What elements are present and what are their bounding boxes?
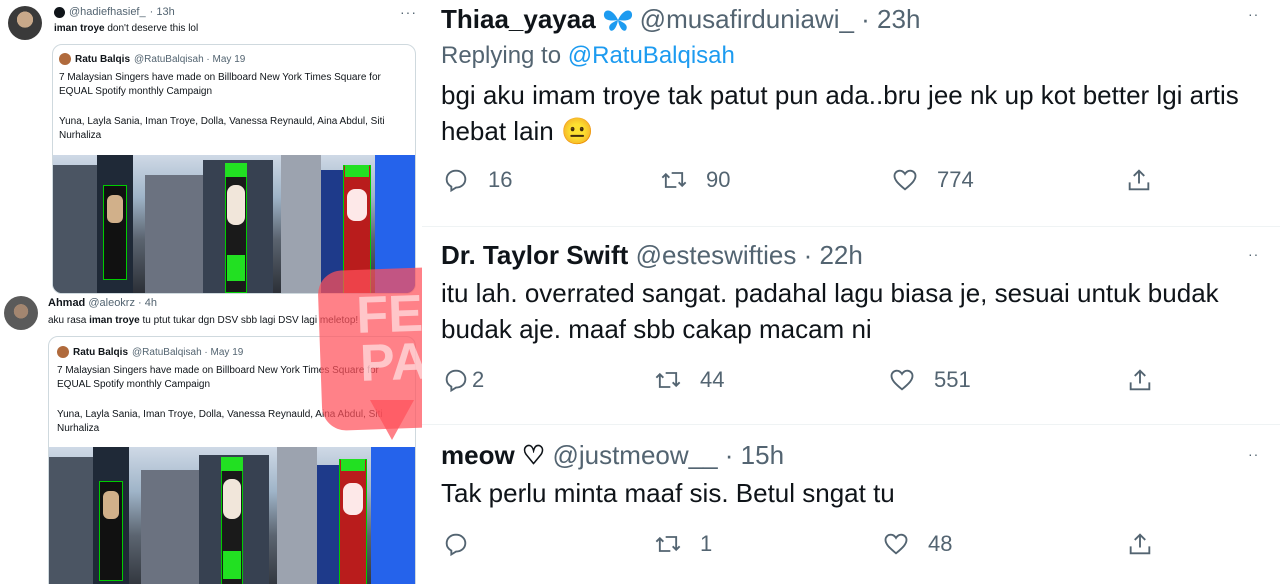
reply-button[interactable] — [442, 530, 488, 558]
avatar[interactable] — [8, 6, 42, 40]
retweet-count: 90 — [706, 167, 731, 192]
like-icon — [890, 369, 914, 391]
tweet-text: aku rasa iman troye tu ptut tukar dgn DS… — [48, 315, 359, 326]
share-button[interactable] — [1126, 530, 1154, 558]
quote-name: Ratu Balqis — [75, 53, 131, 65]
reply-icon — [445, 533, 467, 557]
like-button[interactable]: 48 — [882, 530, 952, 558]
divider — [422, 424, 1280, 425]
retweet-button[interactable]: 1 — [654, 530, 712, 558]
tweet-time[interactable]: · 13h — [150, 6, 175, 18]
avatar — [57, 346, 69, 358]
reply-header: meow ♡ @justmeow__ · 15h — [441, 440, 784, 471]
tweet-meta: Ahmad @aleokrz · 4h — [48, 297, 157, 309]
quote-handle: @RatuBalqisah · May 19 — [132, 346, 244, 358]
retweet-icon — [661, 172, 687, 188]
quote-header: Ratu Balqis @RatuBalqisah · May 19 — [59, 53, 245, 65]
reply-author[interactable]: Dr. Taylor Swift — [441, 240, 628, 270]
avatar[interactable] — [4, 296, 38, 330]
retweet-count: 1 — [700, 531, 713, 556]
quote-text-names: Yuna, Layla Sania, Iman Troye, Dolla, Va… — [59, 116, 385, 141]
like-count: 774 — [937, 167, 974, 192]
divider — [422, 226, 1280, 227]
more-icon[interactable]: ·· — [1248, 446, 1259, 462]
more-icon[interactable]: ·· — [1248, 246, 1259, 262]
tweet-text: iman troye don't deserve this lol — [54, 23, 199, 34]
watermark-tail — [370, 400, 414, 440]
retweet-button[interactable]: 90 — [660, 166, 730, 194]
reply-text: itu lah. overrated sangat. padahal lagu … — [441, 278, 1219, 344]
verified-icon — [54, 6, 65, 18]
like-icon — [893, 169, 917, 191]
reply-text: Tak perlu minta maaf sis. Betul sngat tu — [441, 478, 895, 508]
like-count: 551 — [934, 367, 971, 392]
reply-handle[interactable]: @musafirduniawi_ · 23h — [640, 4, 921, 35]
quote-handle: @RatuBalqisah · May 19 — [134, 53, 246, 65]
reply-text: bgi aku imam troye tak patut pun ada..br… — [441, 80, 1239, 146]
more-icon[interactable]: ··· — [400, 4, 417, 20]
neutral-face-emoji: 😐 — [561, 116, 594, 146]
tweet-author[interactable]: Ahmad — [48, 297, 85, 309]
retweet-icon — [655, 372, 681, 388]
reply-author[interactable]: Thiaa_yayaa — [441, 4, 596, 35]
tweet-meta: @hadiefhasief_ · 13h — [54, 6, 175, 18]
reply-button[interactable]: 16 — [442, 166, 512, 194]
quote-name: Ratu Balqis — [73, 346, 129, 358]
reply-button[interactable]: 2 — [442, 366, 484, 394]
like-icon — [884, 533, 908, 555]
right-screenshot-panel: Thiaa_yayaa @musafirduniawi_ · 23h ·· Re… — [422, 0, 1280, 584]
quote-header: Ratu Balqis @RatuBalqisah · May 19 — [57, 346, 243, 358]
reply-header: Dr. Taylor Swift @esteswifties · 22h — [441, 240, 863, 271]
reply-handle[interactable]: @justmeow__ · 15h — [552, 440, 784, 470]
tweet-handle[interactable]: @hadiefhasief_ — [69, 6, 146, 18]
retweet-count: 44 — [700, 367, 725, 392]
share-button[interactable] — [1125, 166, 1153, 194]
reply-count: 2 — [472, 367, 485, 392]
butterfly-icon — [603, 9, 632, 31]
like-button[interactable]: 774 — [891, 166, 974, 194]
reply-icon — [445, 169, 467, 193]
avatar — [59, 53, 71, 65]
share-icon — [1129, 369, 1151, 391]
reply-count: 16 — [488, 167, 513, 192]
billboard-photo[interactable] — [49, 447, 415, 584]
replying-to-link[interactable]: @RatuBalqisah — [568, 42, 735, 69]
share-icon — [1128, 169, 1150, 191]
reply-header: Thiaa_yayaa @musafirduniawi_ · 23h — [441, 4, 920, 35]
more-icon[interactable]: ·· — [1248, 6, 1259, 22]
reply-icon — [445, 369, 467, 393]
replying-to: Replying to @RatuBalqisah — [441, 42, 735, 69]
quote-text: 7 Malaysian Singers have made on Billboa… — [59, 72, 381, 97]
retweet-button[interactable]: 44 — [654, 366, 724, 394]
reply-author[interactable]: meow ♡ — [441, 440, 545, 470]
like-button[interactable]: 551 — [888, 366, 971, 394]
like-count: 48 — [928, 531, 953, 556]
retweet-icon — [655, 536, 681, 552]
tweet-handle[interactable]: @aleokrz · 4h — [88, 297, 157, 309]
quoted-tweet[interactable]: Ratu Balqis @RatuBalqisah · May 19 7 Mal… — [52, 44, 416, 294]
share-button[interactable] — [1126, 366, 1154, 394]
share-icon — [1129, 533, 1151, 555]
reply-handle[interactable]: @esteswifties · 22h — [636, 240, 863, 270]
